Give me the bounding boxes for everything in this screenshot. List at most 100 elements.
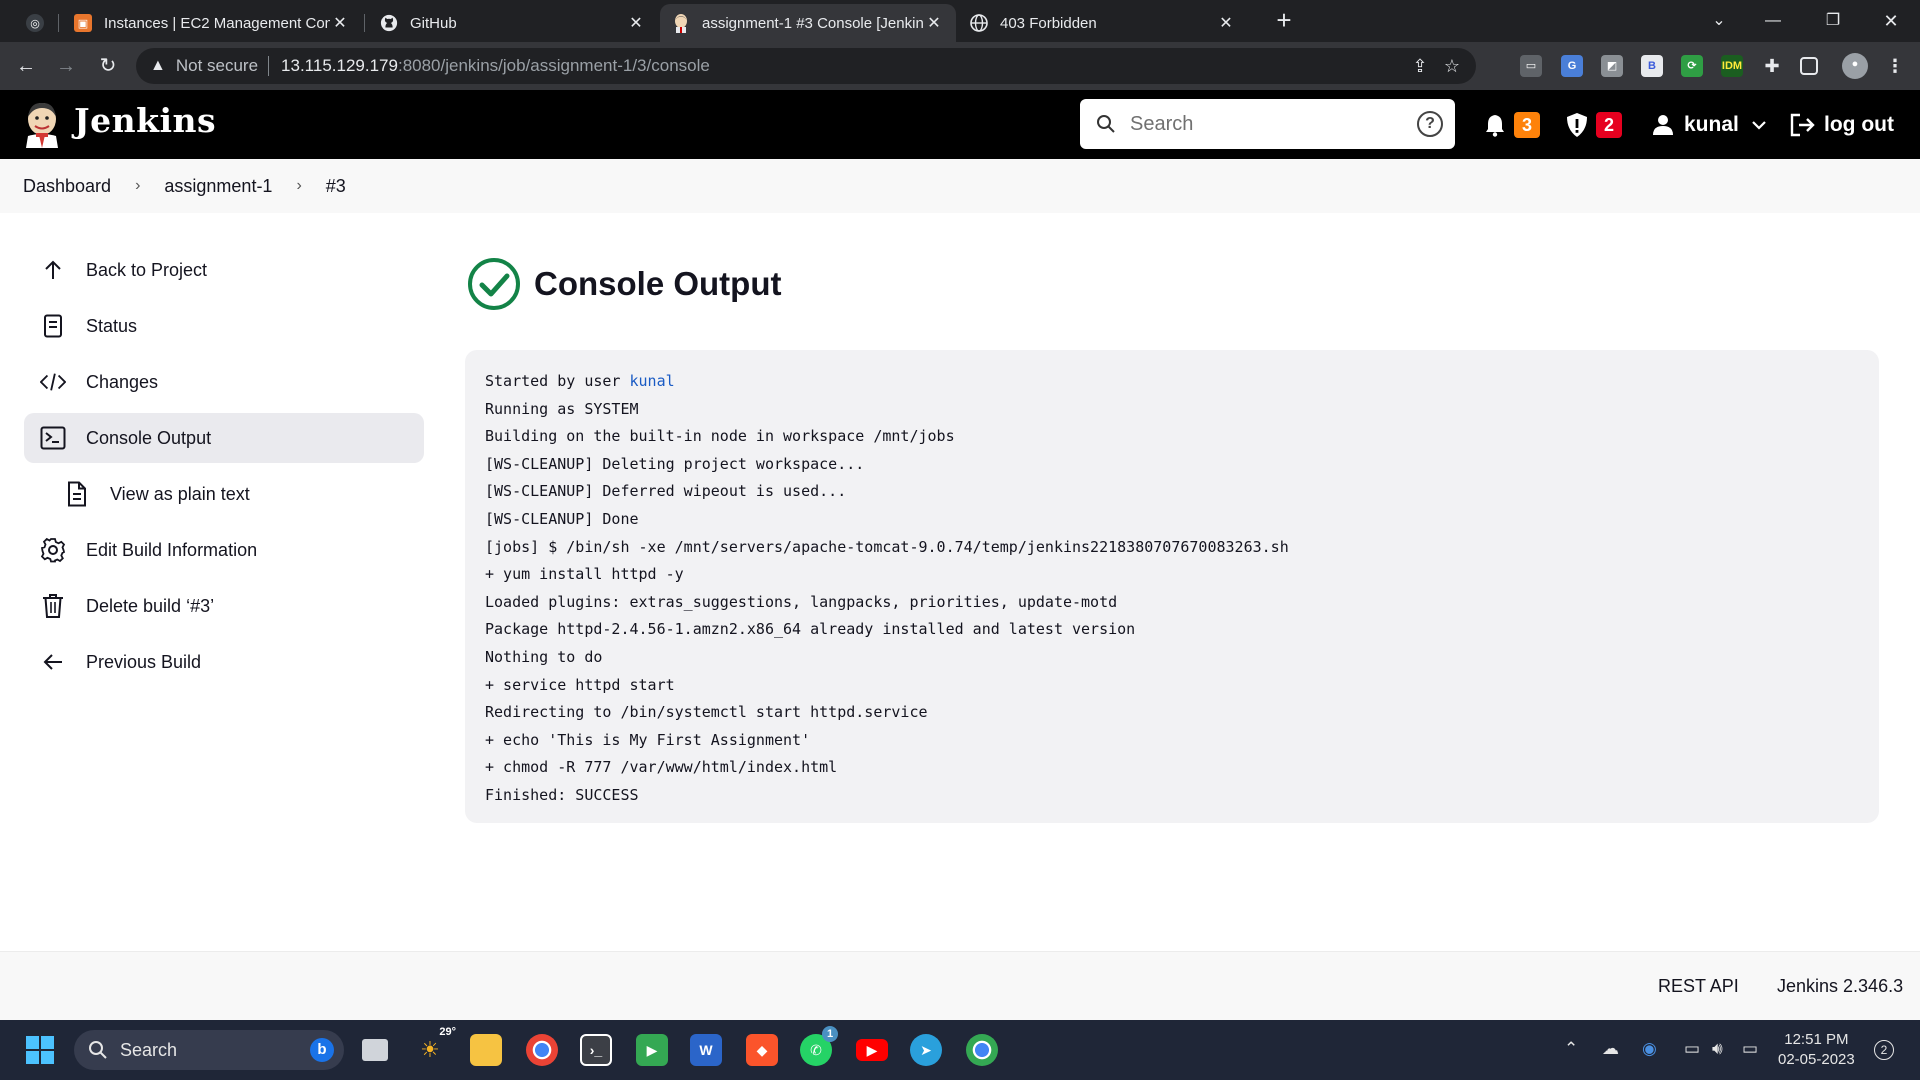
profile-avatar-icon[interactable]: ●	[1842, 53, 1868, 79]
bell-icon	[1486, 115, 1504, 137]
shield-alert-icon	[1567, 113, 1587, 137]
console-line: Redirecting to /bin/systemctl start http…	[485, 703, 928, 722]
gear-icon	[40, 537, 66, 563]
tab-search-chevron-icon[interactable]: ⌄	[1696, 6, 1742, 36]
close-icon[interactable]: ✕	[330, 13, 350, 33]
sidebar-item-view-plain-text[interactable]: View as plain text	[24, 469, 424, 519]
rest-api-link[interactable]: REST API	[1658, 976, 1739, 997]
sidebar-item-status[interactable]: Status	[24, 301, 424, 351]
page-title: Console Output	[534, 265, 782, 302]
onedrive-icon[interactable]: ☁	[1602, 1039, 1619, 1059]
close-icon[interactable]: ✕	[924, 13, 944, 33]
volume-icon[interactable]: 🔊︎	[1712, 1039, 1723, 1059]
tab-ec2-instances[interactable]: ▣ Instances | EC2 Management Con ✕	[62, 4, 362, 42]
back-button[interactable]: ←	[12, 52, 40, 80]
notifications-button[interactable]: 3	[1484, 108, 1540, 142]
close-icon[interactable]: ✕	[1216, 13, 1236, 33]
url-bar[interactable]: ▲ Not secure 13.115.129.179:8080/jenkins…	[136, 48, 1476, 84]
side-panel-icon[interactable]	[1800, 57, 1818, 75]
trash-icon	[40, 593, 66, 619]
sidebar-item-label: Back to Project	[86, 259, 208, 280]
outlook-icon[interactable]: ◉	[1642, 1039, 1657, 1059]
chrome-icon[interactable]	[526, 1034, 558, 1066]
file-explorer-icon[interactable]	[470, 1034, 502, 1066]
weather-widget-icon[interactable]: ☀ 29°	[414, 1026, 456, 1066]
help-icon[interactable]: ?	[1417, 111, 1443, 137]
google-meet-icon[interactable]: ▶	[636, 1034, 668, 1066]
console-line: Finished: SUCCESS	[485, 785, 639, 804]
console-line: [WS-CLEANUP] Deferred wipeout is used...	[485, 482, 847, 501]
restore-button[interactable]: ❐	[1810, 6, 1856, 36]
tab-jenkins-console[interactable]: assignment-1 #3 Console [Jenkin ✕	[660, 4, 956, 42]
reload-button[interactable]: ↻	[94, 52, 122, 80]
wps-office-icon[interactable]: W	[690, 1034, 722, 1066]
chevron-up-icon[interactable]: ⌃	[1564, 1039, 1578, 1059]
jenkins-logo-icon[interactable]	[22, 100, 62, 148]
sidebar-item-label: Delete build ‘#3’	[86, 595, 215, 616]
new-tab-button[interactable]: +	[1270, 6, 1298, 34]
whatsapp-icon[interactable]: ✆ 1	[800, 1026, 838, 1066]
close-window-button[interactable]: ✕	[1868, 6, 1914, 36]
share-icon[interactable]: ⇪	[1408, 54, 1432, 78]
tab-manager-extension-icon[interactable]: ▭	[1520, 55, 1542, 77]
jenkins-version-link[interactable]: Jenkins 2.346.3	[1777, 976, 1903, 997]
console-line: + echo 'This is My First Assignment'	[485, 730, 811, 749]
system-clock[interactable]: 12:51 PM 02-05-2023	[1778, 1030, 1855, 1070]
sidebar-item-back-to-project[interactable]: Back to Project	[24, 245, 424, 295]
sidebar-item-previous-build[interactable]: Previous Build	[24, 637, 424, 687]
breadcrumb-build[interactable]: #3	[326, 176, 346, 197]
tab-403-forbidden[interactable]: 403 Forbidden ✕	[958, 4, 1248, 42]
security-alerts-button[interactable]: 2	[1566, 108, 1622, 142]
page-footer: REST API Jenkins 2.346.3	[0, 951, 1920, 1020]
sidebar-item-changes[interactable]: Changes	[24, 357, 424, 407]
clock-time: 12:51 PM	[1784, 1031, 1849, 1048]
tab-search-button[interactable]: ◎	[14, 4, 54, 42]
bing-icon[interactable]: b	[310, 1038, 334, 1062]
clock-date: 02-05-2023	[1778, 1051, 1855, 1068]
minimize-button[interactable]: —	[1750, 6, 1796, 36]
idm-extension-icon[interactable]: IDM	[1721, 55, 1743, 77]
puzzle-extensions-icon[interactable]: ✚	[1761, 55, 1783, 77]
telegram-icon[interactable]: ➤	[910, 1034, 942, 1066]
github-icon	[380, 14, 398, 32]
terminal-app-icon[interactable]: ›_	[580, 1034, 612, 1066]
browser-menu-icon[interactable]: ⋮	[1884, 55, 1906, 77]
battery-icon[interactable]: ▭	[1742, 1039, 1758, 1059]
sidebar-item-delete-build[interactable]: Delete build ‘#3’	[24, 581, 424, 631]
taskbar-search[interactable]: Search b	[74, 1030, 344, 1070]
console-line: Loaded plugins: extras_suggestions, lang…	[485, 592, 1118, 611]
b-extension-icon[interactable]: B	[1641, 55, 1663, 77]
console-line: [WS-CLEANUP] Done	[485, 509, 639, 528]
jenkins-brand[interactable]: Jenkins	[74, 101, 216, 140]
notifications-badge: 3	[1514, 112, 1540, 138]
breadcrumb-job[interactable]: assignment-1	[164, 176, 272, 197]
chatgpt-icon: ◎	[26, 14, 44, 32]
breadcrumb-dashboard[interactable]: Dashboard	[23, 176, 111, 197]
chrome-profile-icon[interactable]	[966, 1034, 998, 1066]
task-view-icon[interactable]	[362, 1039, 388, 1061]
tab-github[interactable]: GitHub ✕	[368, 4, 658, 42]
chevron-right-icon: ›	[135, 177, 141, 194]
close-icon[interactable]: ✕	[626, 13, 646, 33]
notification-center-badge[interactable]: 2	[1874, 1040, 1894, 1060]
refresh-extension-icon[interactable]: ⟳	[1681, 55, 1703, 77]
sidebar-item-edit-build-information[interactable]: Edit Build Information	[24, 525, 424, 575]
extension-icon[interactable]: ◩	[1601, 55, 1623, 77]
forward-button[interactable]: →	[52, 52, 80, 80]
taskbar-search-label: Search	[120, 1039, 178, 1060]
console-text: Started by user kunal Running as SYSTEM …	[485, 368, 1859, 810]
network-icon[interactable]: ▭	[1684, 1039, 1700, 1059]
logout-button[interactable]: log out	[1790, 108, 1894, 142]
bookmark-star-icon[interactable]: ☆	[1440, 54, 1464, 78]
translate-extension-icon[interactable]: G	[1561, 55, 1583, 77]
user-menu[interactable]: kunal	[1652, 108, 1767, 142]
youtube-icon[interactable]: ▶	[856, 1039, 888, 1061]
user-link[interactable]: kunal	[630, 372, 675, 390]
sidebar-item-console-output[interactable]: Console Output	[24, 413, 424, 463]
console-line: Nothing to do	[485, 647, 603, 666]
windows-start-icon[interactable]	[24, 1034, 56, 1066]
brave-icon[interactable]: ◆	[746, 1034, 778, 1066]
search-input[interactable]	[1130, 109, 1400, 139]
logout-icon	[1790, 113, 1815, 137]
search-icon	[1097, 115, 1115, 133]
